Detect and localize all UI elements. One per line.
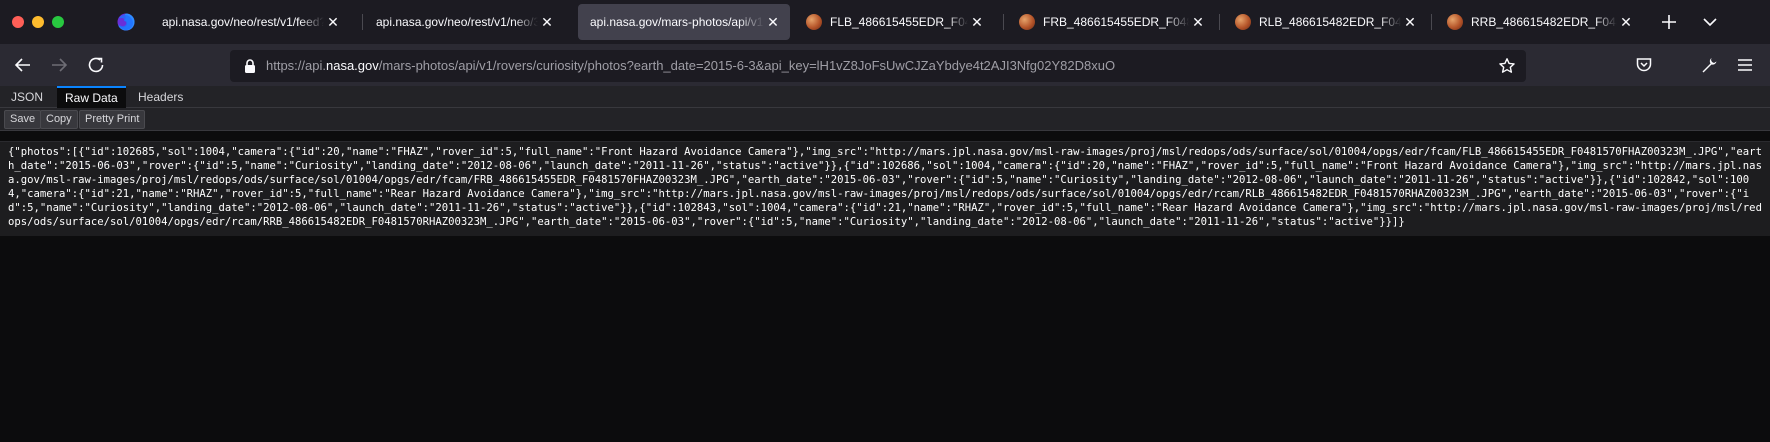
close-icon[interactable]: ✕	[324, 13, 342, 31]
close-icon[interactable]: ✕	[538, 13, 556, 31]
mars-image-icon	[1447, 14, 1463, 30]
forward-arrow-icon[interactable]	[48, 54, 70, 76]
tab-flb-image[interactable]: FLB_486615455EDR_F048157 ✕	[794, 4, 994, 40]
close-window-button[interactable]	[12, 16, 24, 28]
url-host: nasa.gov	[325, 58, 379, 73]
viewer-toolbar: Save Copy Pretty Print	[0, 108, 1770, 131]
tab-title: FLB_486615455EDR_F048157	[830, 15, 968, 29]
close-icon[interactable]: ✕	[764, 13, 782, 31]
minimize-window-button[interactable]	[32, 16, 44, 28]
tab-neo-feed[interactable]: api.nasa.gov/neo/rest/v1/feed?start ✕	[150, 4, 350, 40]
mars-image-icon	[1019, 14, 1035, 30]
tab-separator	[1219, 14, 1220, 30]
pocket-icon[interactable]	[1635, 56, 1653, 74]
bookmark-star-icon[interactable]	[1498, 57, 1516, 75]
tab-frb-image[interactable]: FRB_486615455EDR_F048157 ✕	[1007, 4, 1215, 40]
tab-title: api.nasa.gov/neo/rest/v1/feed?start	[162, 15, 324, 29]
tab-raw-data[interactable]: Raw Data	[57, 86, 126, 108]
copy-button[interactable]: Copy	[40, 110, 78, 129]
tab-rlb-image[interactable]: RLB_486615482EDR_F048157 ✕	[1223, 4, 1427, 40]
tab-title: RLB_486615482EDR_F048157	[1259, 15, 1401, 29]
mars-image-icon	[1235, 14, 1251, 30]
zoom-window-button[interactable]	[52, 16, 64, 28]
tab-title: api.nasa.gov/mars-photos/api/v1/r	[590, 15, 764, 29]
tab-title: api.nasa.gov/neo/rest/v1/neo/35428	[376, 15, 538, 29]
close-icon[interactable]: ✕	[968, 13, 986, 31]
back-arrow-icon[interactable]	[12, 54, 34, 76]
wrench-icon[interactable]	[1700, 56, 1718, 74]
tab-json[interactable]: JSON	[3, 86, 51, 108]
pretty-print-button[interactable]: Pretty Print	[79, 110, 146, 129]
navigation-toolbar: https://api.nasa.gov/mars-photos/api/v1/…	[0, 44, 1770, 86]
tab-separator	[1003, 14, 1004, 30]
close-icon[interactable]: ✕	[1189, 13, 1207, 31]
raw-json-text[interactable]: {"photos":[{"id":102685,"sol":1004,"came…	[8, 146, 1764, 229]
tab-title: FRB_486615455EDR_F048157	[1043, 15, 1189, 29]
close-icon[interactable]: ✕	[1401, 13, 1419, 31]
close-icon[interactable]: ✕	[1617, 13, 1635, 31]
tab-rrb-image[interactable]: RRB_486615482EDR_F048157 ✕	[1435, 4, 1643, 40]
url-prefix: https://api.	[266, 58, 326, 73]
json-viewer: JSON Raw Data Headers Save Copy Pretty P…	[0, 86, 1770, 442]
firefox-icon[interactable]	[116, 12, 136, 32]
hamburger-menu-icon[interactable]	[1736, 56, 1754, 74]
url-bar[interactable]: https://api.nasa.gov/mars-photos/api/v1/…	[230, 50, 1526, 82]
list-all-tabs-chevron-down-icon[interactable]	[1700, 12, 1720, 32]
tab-separator	[1431, 14, 1432, 30]
url-path: /mars-photos/api/v1/rovers/curiosity/pho…	[378, 58, 1116, 73]
tab-title: RRB_486615482EDR_F048157	[1471, 15, 1617, 29]
tab-neo-lookup[interactable]: api.nasa.gov/neo/rest/v1/neo/35428 ✕	[364, 4, 564, 40]
save-button[interactable]: Save	[4, 110, 42, 129]
viewer-tab-bar: JSON Raw Data Headers	[0, 86, 1770, 108]
reload-icon[interactable]	[85, 54, 107, 76]
tab-mars-photos[interactable]: api.nasa.gov/mars-photos/api/v1/r ✕	[578, 4, 790, 40]
raw-data-panel: {"photos":[{"id":102685,"sol":1004,"came…	[0, 141, 1770, 236]
tab-separator	[362, 14, 363, 30]
url-text[interactable]: https://api.nasa.gov/mars-photos/api/v1/…	[266, 58, 1115, 73]
tab-headers[interactable]: Headers	[130, 86, 191, 108]
new-tab-plus-icon[interactable]	[1658, 11, 1680, 33]
tab-strip: api.nasa.gov/neo/rest/v1/feed?start ✕ ap…	[0, 0, 1770, 44]
mars-image-icon	[806, 14, 822, 30]
lock-icon[interactable]	[242, 58, 258, 74]
